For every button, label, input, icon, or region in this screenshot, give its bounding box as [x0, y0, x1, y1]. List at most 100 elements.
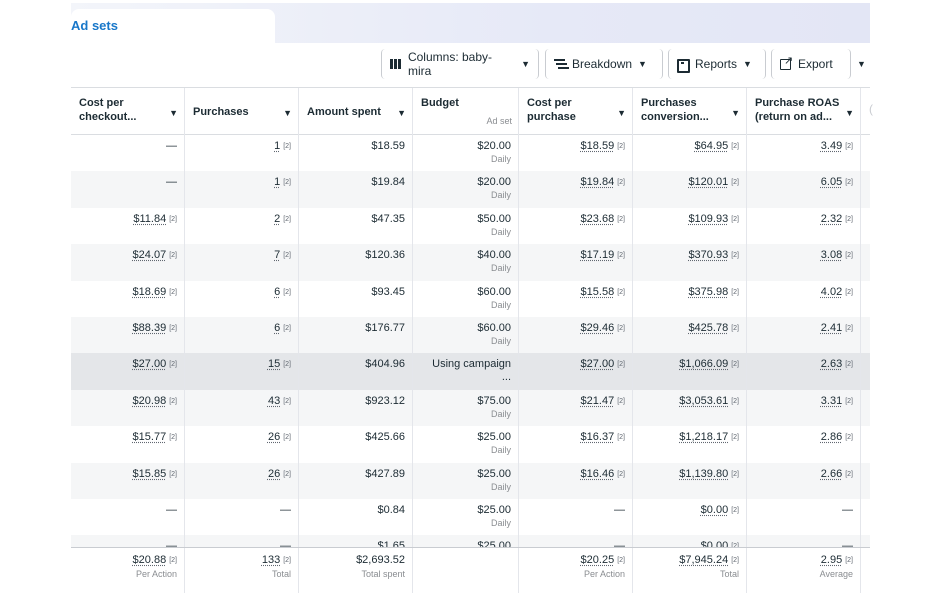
- cell-value[interactable]: 2.41: [821, 322, 842, 334]
- cell-value[interactable]: 2.86: [821, 431, 842, 443]
- cell-value[interactable]: $1,139.80: [679, 468, 728, 480]
- table-row[interactable]: — — $1.65 $25.00 — $0.00 [2] —: [71, 535, 870, 547]
- column-header-purchase-roas[interactable]: Purchase ROAS (return on ad... ▼: [747, 88, 861, 135]
- cell-value[interactable]: $370.93: [688, 249, 728, 261]
- sort-caret-icon[interactable]: ▼: [731, 106, 740, 120]
- cell-value[interactable]: $88.39: [133, 322, 167, 334]
- cell-value[interactable]: $15.85: [133, 468, 167, 480]
- reports-button[interactable]: Reports ▼: [668, 49, 766, 79]
- cell-value[interactable]: $0.00: [701, 504, 729, 516]
- footnote-mark: [2]: [617, 252, 625, 260]
- table-row[interactable]: $27.00 [2] 15 [2] $404.96 Using campaign ... $…: [71, 353, 870, 390]
- cell-value[interactable]: 26: [268, 431, 280, 443]
- cell-value[interactable]: 4.02: [821, 286, 842, 298]
- budget-period: Daily: [490, 226, 511, 237]
- summary-value[interactable]: $7,945.24: [679, 554, 728, 566]
- cell-value[interactable]: $109.93: [688, 213, 728, 225]
- footnote-mark: [2]: [845, 325, 853, 332]
- cell-value[interactable]: 3.49: [821, 140, 842, 152]
- cell-value[interactable]: $29.46: [581, 322, 615, 334]
- column-header-line2: purchase: [527, 111, 576, 123]
- cell-value[interactable]: 1: [274, 176, 280, 188]
- cell-cost-per-checkout: —: [71, 535, 185, 547]
- column-header-amount-spent[interactable]: Amount spent ▼: [299, 88, 413, 135]
- cell-value[interactable]: $18.69: [133, 286, 167, 298]
- sort-caret-icon[interactable]: ▼: [617, 106, 626, 120]
- cell-value[interactable]: $18.59: [581, 140, 615, 152]
- export-button[interactable]: Export: [771, 49, 851, 79]
- cell-value[interactable]: $11.84: [133, 213, 166, 225]
- cell-value[interactable]: $425.78: [688, 322, 728, 334]
- cell-value[interactable]: $24.07: [133, 249, 167, 261]
- export-options-button[interactable]: ▼: [853, 49, 875, 79]
- cell-value[interactable]: 15: [268, 358, 280, 370]
- cell-value: $176.77: [365, 322, 405, 334]
- cell-value[interactable]: 2.32: [821, 213, 842, 225]
- summary-value[interactable]: 133: [262, 554, 280, 566]
- cell-value[interactable]: 1: [274, 140, 280, 152]
- cell-value[interactable]: $19.84: [581, 176, 615, 188]
- sort-caret-icon[interactable]: ▼: [283, 106, 292, 120]
- cell-value[interactable]: $21.47: [581, 395, 615, 407]
- cell-value[interactable]: 2.66: [821, 468, 842, 480]
- cell-value[interactable]: 3.08: [821, 249, 842, 261]
- cell-value[interactable]: $27.00: [133, 358, 167, 370]
- cell-value[interactable]: $20.98: [133, 395, 167, 407]
- sort-caret-icon[interactable]: ▼: [397, 106, 406, 120]
- sort-caret-icon[interactable]: ▼: [845, 106, 854, 120]
- column-header-purchases-conversion-value[interactable]: Purchases conversion... ▼: [633, 88, 747, 135]
- columns-button[interactable]: Columns: baby-mira ▼: [381, 49, 539, 79]
- cell-value[interactable]: $15.58: [581, 286, 615, 298]
- column-header-line2: conversion...: [641, 111, 709, 123]
- column-header-cost-per-checkout[interactable]: Cost per checkout... ▼: [71, 88, 185, 135]
- cell-value[interactable]: $16.46: [581, 468, 615, 480]
- tab-ad-sets[interactable]: Ad sets: [71, 9, 275, 43]
- column-header-cost-per-purchase[interactable]: Cost per purchase ▼: [519, 88, 633, 135]
- cell-value[interactable]: 43: [268, 395, 280, 407]
- table-row[interactable]: $11.84 [2] 2 [2] $47.35 $50.00 Daily $23.68 [2] $…: [71, 207, 870, 245]
- table-row[interactable]: —1 [2] $19.84 $20.00 Daily $19.84 [2] $120.01 [2…: [71, 171, 870, 208]
- table-row[interactable]: — — $0.84 $25.00 Daily — $0.00 [2] —: [71, 499, 870, 536]
- summary-value[interactable]: $20.88: [133, 554, 167, 566]
- cell-purchases: 7 [2]: [185, 244, 299, 281]
- column-header-purchases[interactable]: Purchases ▼: [185, 88, 299, 135]
- cell-value[interactable]: $375.98: [688, 286, 728, 298]
- table-row[interactable]: $24.07 [2] 7 [2] $120.36 $40.00 Daily $17.19 [2]…: [71, 244, 870, 281]
- cell-value[interactable]: $17.19: [581, 249, 615, 261]
- cell-value[interactable]: $0.00: [701, 540, 729, 547]
- cell-value[interactable]: $15.77: [133, 431, 167, 443]
- cell-value[interactable]: $1,066.09: [679, 358, 728, 370]
- table-row[interactable]: $18.69 [2] 6 [2] $93.45 $60.00 Daily $15.58 [2] $…: [71, 280, 870, 317]
- cell-value[interactable]: 26: [268, 468, 280, 480]
- cell-value[interactable]: 6.05: [821, 176, 842, 188]
- cell-value[interactable]: 2: [274, 213, 280, 225]
- footnote-mark: [2]: [845, 557, 853, 564]
- cell-value[interactable]: 7: [274, 249, 280, 261]
- breakdown-button[interactable]: Breakdown ▼: [545, 49, 663, 79]
- cell-value[interactable]: 6: [274, 286, 280, 298]
- summary-value[interactable]: $20.25: [581, 554, 615, 566]
- cell-value[interactable]: $64.95: [695, 140, 729, 152]
- footnote-mark: [2]: [169, 470, 177, 478]
- budget-period: Daily: [490, 263, 511, 274]
- summary-value[interactable]: 2.95: [821, 554, 842, 566]
- table-row[interactable]: $15.85 [2] 26 [2] $427.89 $25.00 Daily $16.46 [2…: [71, 462, 870, 499]
- cell-value[interactable]: 2.63: [821, 358, 842, 370]
- cell-conversion-value: $3,053.61 [2]: [633, 389, 747, 427]
- footnote-mark: [2]: [169, 434, 177, 442]
- column-header-budget[interactable]: Budget Ad set: [413, 88, 519, 135]
- cell-value[interactable]: $1,218.17: [679, 431, 728, 443]
- cell-value[interactable]: $23.68: [581, 213, 615, 225]
- cell-value[interactable]: $27.00: [581, 358, 615, 370]
- table-row[interactable]: $15.77 [2] 26 [2] $425.66 $25.00 Daily $16.37 [2…: [71, 426, 870, 463]
- cell-value[interactable]: 3.31: [821, 395, 842, 407]
- table-row[interactable]: $88.39 [2] 6 [2] $176.77 $60.00 Daily $29.46 [2]…: [71, 317, 870, 354]
- sort-caret-icon[interactable]: ▼: [169, 106, 178, 120]
- cell-value[interactable]: 6: [274, 322, 280, 334]
- table-row[interactable]: —1 [2] $18.59 $20.00 Daily $18.59 [2] $64.95 [2]…: [71, 135, 870, 172]
- cell-value[interactable]: $16.37: [581, 431, 615, 443]
- table-row[interactable]: $20.98 [2] 43 [2] $923.12 $75.00 Daily $21.47 [2…: [71, 389, 870, 427]
- cell-conversion-value: $425.78 [2]: [633, 317, 747, 354]
- cell-value[interactable]: $120.01: [688, 176, 728, 188]
- cell-value[interactable]: $3,053.61: [679, 395, 728, 407]
